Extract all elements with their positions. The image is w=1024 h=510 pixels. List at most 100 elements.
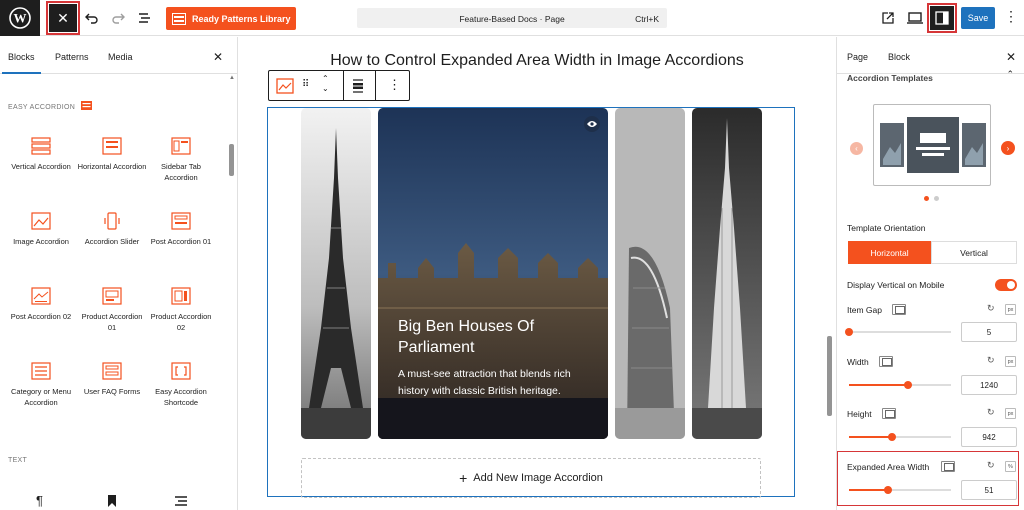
sidebar-toggle-icon bbox=[935, 11, 949, 25]
block-label: Image Accordion bbox=[13, 237, 69, 246]
inserter-scrollbar[interactable] bbox=[229, 144, 234, 176]
accordion-item-eiffel[interactable] bbox=[301, 108, 371, 439]
tab-page[interactable]: Page bbox=[847, 52, 868, 62]
command-palette-button[interactable]: Feature-Based Docs · Page Ctrl+K bbox=[357, 8, 667, 28]
undo-button[interactable] bbox=[82, 8, 102, 28]
ready-patterns-library-button[interactable]: Ready Patterns Library bbox=[166, 7, 296, 30]
display-vertical-mobile-label: Display Vertical on Mobile bbox=[847, 280, 945, 290]
responsive-device-icon[interactable] bbox=[882, 408, 896, 419]
block-image-accordion[interactable]: Image Accordion bbox=[6, 212, 76, 247]
drag-handle-icon[interactable]: ⠿ bbox=[302, 79, 310, 90]
item-gap-input[interactable]: 5 bbox=[961, 322, 1017, 342]
carousel-next-button[interactable]: › bbox=[1001, 141, 1015, 155]
carousel-dot[interactable] bbox=[934, 196, 939, 201]
command-shortcut: Ctrl+K bbox=[635, 14, 659, 24]
more-options-icon[interactable]: ⋮ bbox=[388, 77, 401, 93]
easy-accordion-logo-icon bbox=[81, 101, 93, 110]
responsive-device-icon[interactable] bbox=[879, 356, 893, 367]
burj-khalifa-image bbox=[692, 108, 762, 439]
chevron-up-icon[interactable]: ⌃ bbox=[1006, 69, 1014, 80]
post-accordion-icon bbox=[171, 212, 191, 230]
template-thumbnail-icon bbox=[880, 117, 986, 173]
canvas-scrollbar[interactable] bbox=[827, 336, 832, 416]
tab-block[interactable]: Block bbox=[888, 52, 910, 62]
height-input[interactable]: 942 bbox=[961, 427, 1017, 447]
unit-selector[interactable]: px bbox=[1005, 356, 1016, 367]
view-post-button[interactable] bbox=[878, 8, 898, 28]
reset-icon[interactable]: ↻ bbox=[987, 303, 995, 314]
block-product-accordion-02[interactable]: Product Accordion 02 bbox=[146, 287, 216, 333]
tab-media[interactable]: Media bbox=[108, 52, 133, 62]
redo-icon bbox=[112, 13, 125, 24]
carousel-prev-button[interactable]: ‹ bbox=[850, 142, 863, 155]
accordion-item-burj-al-arab[interactable] bbox=[615, 108, 685, 439]
width-slider[interactable] bbox=[849, 381, 951, 389]
block-label: Product Accordion 02 bbox=[150, 312, 212, 332]
product-accordion-icon bbox=[102, 287, 122, 305]
close-icon: ✕ bbox=[57, 9, 69, 26]
unit-selector[interactable]: px bbox=[1005, 304, 1016, 315]
item-gap-label: Item Gap bbox=[847, 305, 882, 315]
add-new-image-accordion-button[interactable]: + Add New Image Accordion bbox=[301, 458, 761, 498]
scroll-up-arrow[interactable]: ▲ bbox=[229, 75, 235, 81]
save-button[interactable]: Save bbox=[961, 7, 995, 29]
block-label: Sidebar Tab Accordion bbox=[161, 162, 201, 182]
block-category-menu-accordion[interactable]: Category or Menu Accordion bbox=[6, 362, 76, 408]
width-input[interactable]: 1240 bbox=[961, 375, 1017, 395]
paragraph-block-icon[interactable]: ¶ bbox=[36, 493, 43, 508]
heading-bookmark-icon[interactable] bbox=[107, 494, 117, 510]
close-icon[interactable]: ✕ bbox=[1006, 50, 1016, 64]
settings-panel-toggle[interactable] bbox=[927, 3, 957, 33]
reset-icon[interactable]: ↻ bbox=[987, 407, 995, 418]
block-easy-accordion-shortcode[interactable]: Easy Accordion Shortcode bbox=[146, 362, 216, 408]
highlight-annotation bbox=[837, 451, 1019, 506]
accordion-templates-heading[interactable]: Accordion Templates bbox=[847, 73, 933, 83]
image-accordion-icon bbox=[31, 212, 51, 230]
block-user-faq-forms[interactable]: User FAQ Forms bbox=[77, 362, 147, 397]
burj-al-arab-image bbox=[615, 108, 685, 439]
image-accordion-block-icon[interactable] bbox=[276, 78, 294, 99]
align-center-icon[interactable] bbox=[351, 79, 365, 98]
move-up-down-icon[interactable]: ⌃ ⌄ bbox=[322, 74, 329, 94]
block-vertical-accordion[interactable]: Vertical Accordion bbox=[6, 137, 76, 172]
block-product-accordion-01[interactable]: Product Accordion 01 bbox=[77, 287, 147, 333]
block-sidebar-tab-accordion[interactable]: Sidebar Tab Accordion bbox=[146, 137, 216, 183]
height-slider[interactable] bbox=[849, 433, 951, 441]
close-inserter-button[interactable]: ✕ bbox=[46, 1, 80, 35]
accordion-eye-toggle-icon[interactable] bbox=[584, 116, 600, 132]
block-post-accordion-02[interactable]: Post Accordion 02 bbox=[6, 287, 76, 322]
carousel-dot-active[interactable] bbox=[924, 196, 929, 201]
preview-button[interactable] bbox=[905, 8, 925, 28]
block-inserter-panel: Blocks Patterns Media ✕ ▲ EASY ACCORDION… bbox=[0, 37, 238, 510]
accordion-item-burj-khalifa[interactable] bbox=[692, 108, 762, 439]
document-overview-button[interactable] bbox=[135, 8, 155, 28]
display-vertical-mobile-toggle[interactable] bbox=[995, 279, 1017, 291]
block-accordion-slider[interactable]: Accordion Slider bbox=[77, 212, 147, 247]
list-block-icon[interactable] bbox=[175, 494, 187, 510]
template-preview-card[interactable] bbox=[873, 104, 991, 186]
tab-blocks[interactable]: Blocks bbox=[2, 52, 40, 74]
section-label-easy-accordion: EASY ACCORDION bbox=[8, 101, 93, 111]
redo-button[interactable] bbox=[108, 8, 128, 28]
tab-patterns[interactable]: Patterns bbox=[55, 52, 89, 62]
block-post-accordion-01[interactable]: Post Accordion 01 bbox=[146, 212, 216, 247]
responsive-device-icon[interactable] bbox=[892, 304, 906, 315]
item-gap-slider[interactable] bbox=[845, 328, 951, 336]
unit-selector[interactable]: px bbox=[1005, 408, 1016, 419]
orientation-horizontal-button[interactable]: Horizontal bbox=[848, 241, 931, 264]
reset-icon[interactable]: ↻ bbox=[987, 355, 995, 366]
page-title[interactable]: How to Control Expanded Area Width in Im… bbox=[239, 52, 835, 70]
orientation-vertical-button[interactable]: Vertical bbox=[931, 241, 1017, 264]
ready-patterns-label: Ready Patterns Library bbox=[192, 13, 291, 24]
settings-tabs: Page Block ✕ bbox=[837, 37, 1024, 74]
image-accordion-block[interactable]: Big Ben Houses Of Parliament A must-see … bbox=[267, 107, 795, 498]
block-label: Category or Menu Accordion bbox=[10, 387, 72, 407]
wordpress-logo-icon[interactable]: W bbox=[0, 0, 40, 36]
accordion-item-big-ben-expanded[interactable]: Big Ben Houses Of Parliament A must-see … bbox=[378, 108, 608, 439]
product-accordion-icon bbox=[171, 287, 191, 305]
document-title: Feature-Based Docs · Page bbox=[459, 14, 565, 24]
options-menu-icon[interactable]: ⋮ bbox=[1004, 8, 1018, 25]
editor-canvas: How to Control Expanded Area Width in Im… bbox=[239, 37, 835, 510]
block-horizontal-accordion[interactable]: Horizontal Accordion bbox=[77, 137, 147, 172]
close-icon[interactable]: ✕ bbox=[213, 50, 223, 64]
